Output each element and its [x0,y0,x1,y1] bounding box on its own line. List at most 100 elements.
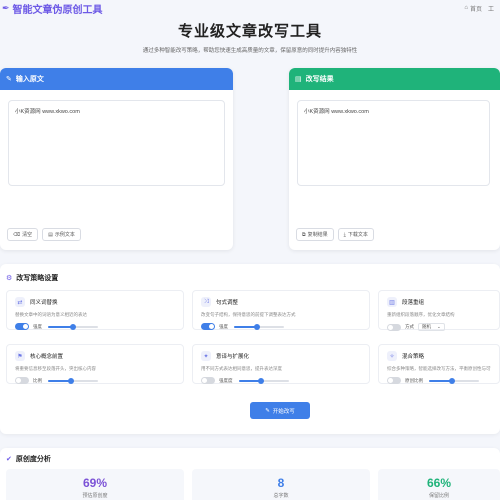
clear-button-label: 清空 [22,232,33,238]
sentence-strength-slider[interactable] [234,323,284,330]
strategy-card-title: ⚑ 核心概念前置 [15,351,175,361]
sample-text-button-label: 示例文本 [54,232,75,238]
strategy-card-desc: 改变句子结构，保持意思的前提下调整表达方式 [201,312,296,317]
strategy-card-desc: 用不同方式表达相同意思，提升表达深度 [201,366,282,371]
nav-link-home[interactable]: ⌂ 首页 [464,4,482,13]
copy-result-button[interactable]: ⧉ 复制结果 [296,228,334,241]
clear-button[interactable]: ⌫ 清空 [7,228,39,241]
strategy-card-title: ✦ 意译与扩展化 [201,351,361,361]
strategy-card-controls: 强度 [201,323,361,330]
mixed-toggle[interactable] [387,377,401,384]
strategy-card-controls: 强度 [15,323,175,330]
strategy-card-synonym: ⇄ 同义词替换 替换文章中的词语为意义相近的表达 强度 [6,290,184,330]
edit-icon: ✎ [6,76,12,83]
page-title: 专业级文章改写工具 [177,23,322,40]
control-label: 方式 [405,324,414,329]
strategy-card-mixed: ✧ 混合策略 综合多种策略，智能选择改写方法，平衡原创性与可读性 原创比例 [378,344,500,384]
strategy-card-sentence: ⤨ 句式调整 改变句子结构，保持意思的前提下调整表达方式 强度 [192,290,370,330]
stat-label: 保留比例 [428,493,449,499]
input-panel: ✎ 输入原文 小K资源网 www.xkwo.com ⌫ 清空 ▤ 示例文本 [0,68,233,250]
control-label: 强度 [219,323,228,329]
originality-analysis: ✔ 原创度分析 69% 预估原创度 8 总字数 66% 保留比例 [0,448,500,500]
paraphrase-toggle[interactable] [201,377,215,384]
strategy-card-desc: 替换文章中的词语为意义相近的表达 [15,312,87,317]
strategy-card-title-text: 同义词替换 [30,300,58,306]
output-panel-header: ▤ 改写结果 [289,68,500,90]
nav-link-tools[interactable]: 工 [488,4,494,13]
synonym-strength-slider[interactable] [48,323,98,330]
start-rewrite-label: 开始改写 [272,408,295,415]
output-panel: ▤ 改写结果 小K资源网 www.xkwo.com ⧉ 复制结果 ⤓ 下载文本 [289,68,500,250]
core-concept-ratio-slider[interactable] [48,377,98,384]
brand-name: 智能文章伪原创工具 [12,4,103,16]
output-actions: ⧉ 复制结果 ⤓ 下载文本 [296,228,374,241]
swap-icon: ⇄ [15,297,25,307]
output-textarea[interactable]: 小K资源网 www.xkwo.com [297,100,490,186]
paragraph-mode-select[interactable]: 随机 ⌄ [418,323,445,331]
columns-icon: ▥ [387,297,397,307]
shuffle-icon: ⤨ [201,297,211,307]
magic-icon: ✧ [387,351,397,361]
brand[interactable]: ✒ 智能文章伪原创工具 [2,1,103,16]
home-icon: ⌂ [464,5,468,11]
control-label: 比例 [33,377,42,383]
nav-links: ⌂ 首页 工 [464,4,494,13]
stat-label: 总字数 [273,493,289,499]
strategy-card-controls: 比例 [15,377,175,384]
download-icon: ⤓ [343,231,346,238]
strategy-card-desc: 重新组织段落顺序，优化文章结构 [387,312,455,317]
stat-word-count: 8 总字数 [192,469,370,500]
input-actions: ⌫ 清空 ▤ 示例文本 [7,228,81,241]
synonym-toggle[interactable] [15,323,29,330]
sample-text-button[interactable]: ▤ 示例文本 [42,228,81,241]
strategy-card-title: ✧ 混合策略 [387,351,491,361]
strategy-card-title: ⤨ 句式调整 [201,297,361,307]
stat-value: 69% [82,476,108,490]
paraphrase-strength-slider[interactable] [238,377,289,384]
strategy-card-title-text: 意译与扩展化 [216,354,250,360]
strategy-card-title-text: 核心概念前置 [30,354,64,360]
strategy-card-title-text: 混合策略 [402,354,425,360]
input-panel-header: ✎ 输入原文 [0,68,233,90]
select-value: 随机 [422,324,431,329]
output-panel-title: 改写结果 [305,76,334,83]
top-nav: ✒ 智能文章伪原创工具 ⌂ 首页 工 [0,0,500,16]
settings-title: 改写策略设置 [16,275,59,282]
sliders-icon: ⚙ [6,275,13,282]
strategy-card-title-text: 句式调整 [216,300,239,306]
mixed-ratio-slider[interactable] [429,377,479,384]
strategy-card-desc: 将重要信息移至段落开头，突出核心内容 [15,366,96,371]
start-rewrite-button[interactable]: ✎ 开始改写 [250,402,310,419]
input-textarea[interactable]: 小K资源网 www.xkwo.com [8,100,225,186]
analysis-header: ✔ 原创度分析 [6,454,51,464]
control-label: 强度度 [219,377,233,383]
strategy-card-core-concept: ⚑ 核心概念前置 将重要信息移至段落开头，突出核心内容 比例 [6,344,184,384]
strategy-card-paraphrase: ✦ 意译与扩展化 用不同方式表达相同意思，提升表达深度 强度度 [192,344,370,384]
download-text-button-label: 下载文本 [347,232,368,238]
stat-retention: 66% 保留比例 [378,469,500,500]
input-panel-title: 输入原文 [15,76,44,83]
strategy-card-title: ▥ 段落重组 [387,297,491,307]
core-concept-toggle[interactable] [15,377,29,384]
control-label: 强度 [33,323,42,329]
nav-link-home-label: 首页 [469,6,482,13]
strategy-card-title-text: 段落重组 [402,300,425,306]
strategy-card-desc: 综合多种策略，智能选择改写方法，平衡原创性与可读性 [387,366,491,371]
stat-label: 预估原创度 [82,493,108,499]
file-icon: ▤ [295,76,302,83]
chevron-down-icon: ⌄ [437,324,441,329]
document-icon: ▤ [48,231,53,238]
magic-wand-icon: ✎ [265,407,270,414]
copy-result-button-label: 复制结果 [307,232,328,238]
strategy-card-controls: 方式 随机 ⌄ [387,323,491,331]
download-text-button[interactable]: ⤓ 下载文本 [337,228,374,241]
check-circle-icon: ✔ [6,456,12,463]
trash-icon: ⌫ [13,231,21,238]
pen-icon: ✒ [2,2,10,13]
paragraph-toggle[interactable] [387,323,401,331]
analysis-title: 原创度分析 [15,456,51,463]
lightbulb-icon: ✦ [201,351,211,361]
sentence-toggle[interactable] [201,323,215,330]
strategy-card-paragraph: ▥ 段落重组 重新组织段落顺序，优化文章结构 方式 随机 ⌄ [378,290,500,331]
strategy-card-controls: 强度度 [201,377,361,384]
